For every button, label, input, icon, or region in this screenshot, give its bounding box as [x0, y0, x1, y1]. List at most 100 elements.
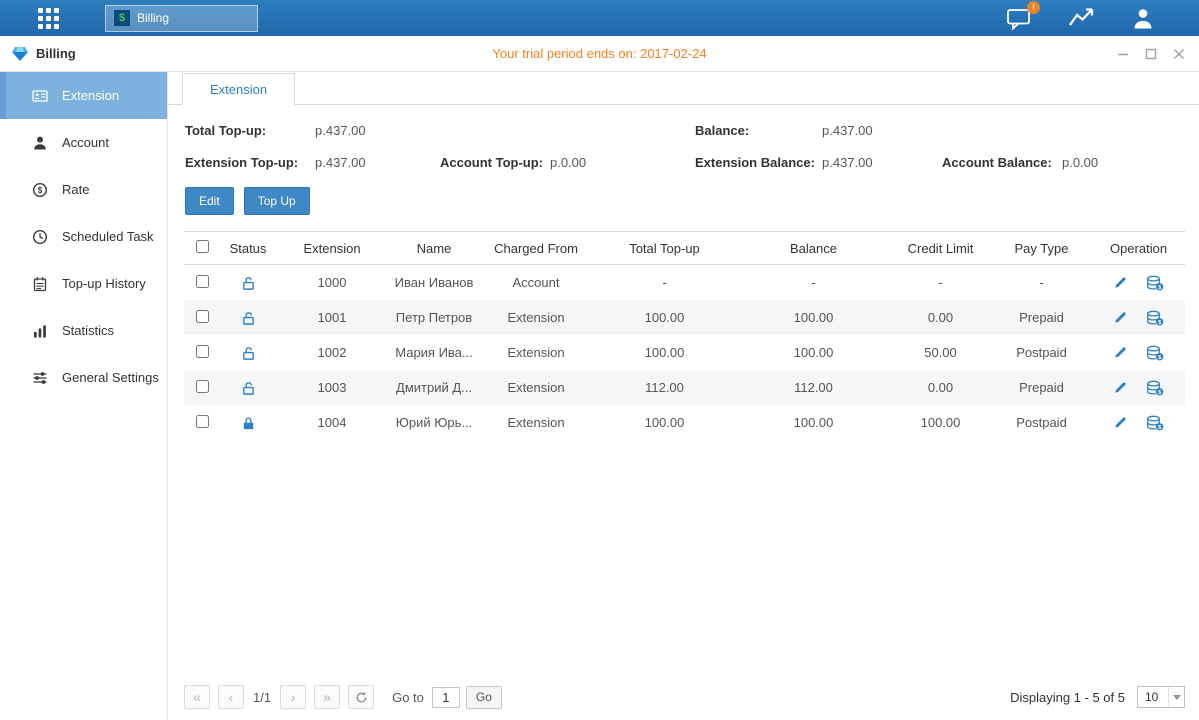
edit-icon[interactable] [1113, 275, 1128, 290]
last-page-button[interactable]: » [314, 685, 340, 709]
sidebar-item-label: Rate [62, 182, 89, 197]
extension-balance-label: Extension Balance: [695, 155, 822, 170]
top-up-button[interactable]: Top Up [244, 187, 310, 215]
table-row: 1000 Иван Иванов Account - - - - $ [184, 265, 1185, 301]
cell-pay-type: Postpaid [991, 405, 1092, 440]
main-panel: Extension Total Top-up: p.437.00 Balance… [168, 72, 1199, 720]
edit-icon[interactable] [1113, 380, 1128, 395]
sidebar-item-label: Extension [62, 88, 119, 103]
topup-icon[interactable]: $ [1146, 310, 1164, 326]
sidebar: Extension Account $ Rate Scheduled Task … [0, 72, 168, 720]
reports-icon[interactable] [1068, 7, 1095, 29]
cell-name: Мария Ива... [388, 335, 480, 370]
goto-page-input[interactable] [432, 687, 460, 708]
maximize-button[interactable] [1145, 48, 1157, 60]
select-all-checkbox[interactable] [196, 240, 209, 253]
topup-icon[interactable]: $ [1146, 345, 1164, 361]
person-icon [1131, 7, 1155, 30]
sidebar-item-label: Statistics [62, 323, 114, 338]
row-checkbox[interactable] [196, 310, 209, 323]
pagination-bar: « ‹ 1/1 › » Go to Go Displaying 1 - 5 of… [184, 684, 1185, 710]
messages-icon[interactable]: ! [1006, 7, 1032, 30]
cell-name: Юрий Юрь... [388, 405, 480, 440]
extension-topup-label: Extension Top-up: [185, 155, 315, 170]
extension-table: Status Extension Name Charged From Total… [184, 231, 1185, 440]
page-size-select[interactable]: 10 [1137, 686, 1185, 708]
total-topup-value: p.437.00 [315, 123, 440, 138]
svg-text:$: $ [1158, 354, 1161, 360]
row-checkbox[interactable] [196, 380, 209, 393]
edit-button[interactable]: Edit [185, 187, 234, 215]
row-checkbox[interactable] [196, 275, 209, 288]
page-indicator: 1/1 [253, 690, 271, 705]
account-icon [32, 135, 48, 151]
status-unlocked-icon [241, 379, 256, 394]
sidebar-item-account[interactable]: Account [0, 119, 167, 166]
scheduled-task-icon [32, 229, 48, 245]
edit-icon[interactable] [1113, 415, 1128, 430]
cell-charged-from: Account [480, 265, 592, 301]
minimize-button[interactable] [1117, 48, 1129, 60]
sidebar-item-extension[interactable]: Extension [0, 72, 167, 119]
go-button[interactable]: Go [466, 686, 502, 709]
edit-icon[interactable] [1113, 310, 1128, 325]
account-balance-value: p.0.00 [1062, 155, 1183, 170]
sidebar-item-rate[interactable]: $ Rate [0, 166, 167, 213]
next-page-button[interactable]: › [280, 685, 306, 709]
topbar-tab-label: Billing [137, 11, 169, 25]
col-balance: Balance [737, 232, 890, 265]
topup-icon[interactable]: $ [1146, 275, 1164, 291]
topup-icon[interactable]: $ [1146, 415, 1164, 431]
cell-extension: 1000 [276, 265, 388, 301]
dollar-icon: $ [114, 10, 130, 26]
tab-extension[interactable]: Extension [182, 73, 295, 105]
cell-credit-limit: 0.00 [890, 370, 991, 405]
account-balance-label: Account Balance: [942, 155, 1062, 170]
first-page-button[interactable]: « [184, 685, 210, 709]
extension-topup-value: p.437.00 [315, 155, 440, 170]
displaying-text: Displaying 1 - 5 of 5 [1010, 690, 1125, 705]
apps-grid-icon[interactable] [38, 8, 59, 29]
col-pay-type: Pay Type [991, 232, 1092, 265]
user-icon[interactable] [1131, 7, 1155, 30]
edit-icon[interactable] [1113, 345, 1128, 360]
extension-icon [32, 88, 48, 104]
close-button[interactable] [1173, 48, 1185, 60]
balance-value: p.437.00 [822, 123, 942, 138]
trial-notice: Your trial period ends on: 2017-02-24 [492, 46, 706, 61]
prev-page-button[interactable]: ‹ [218, 685, 244, 709]
window-controls [1117, 48, 1185, 60]
table-row: 1003 Дмитрий Д... Extension 112.00 112.0… [184, 370, 1185, 405]
sidebar-item-general-settings[interactable]: General Settings [0, 354, 167, 401]
extension-table-wrap: Status Extension Name Charged From Total… [184, 231, 1185, 440]
sidebar-item-statistics[interactable]: Statistics [0, 307, 167, 354]
cell-credit-limit: 100.00 [890, 405, 991, 440]
cell-balance: 112.00 [737, 370, 890, 405]
summary-panel: Total Top-up: p.437.00 Balance: p.437.00… [185, 123, 1183, 170]
goto-label: Go to [392, 690, 424, 705]
cell-credit-limit: 50.00 [890, 335, 991, 370]
row-checkbox[interactable] [196, 345, 209, 358]
cell-total-topup: 100.00 [592, 405, 737, 440]
sidebar-item-scheduled-task[interactable]: Scheduled Task [0, 213, 167, 260]
sidebar-item-label: Top-up History [62, 276, 146, 291]
col-name: Name [388, 232, 480, 265]
col-status: Status [220, 232, 276, 265]
table-header-row: Status Extension Name Charged From Total… [184, 232, 1185, 265]
billing-app-tab[interactable]: $ Billing [105, 5, 258, 32]
row-checkbox[interactable] [196, 415, 209, 428]
notification-badge: ! [1027, 1, 1040, 14]
cell-charged-from: Extension [480, 335, 592, 370]
status-unlocked-icon [241, 274, 256, 289]
cell-name: Дмитрий Д... [388, 370, 480, 405]
billing-logo-icon [11, 46, 29, 62]
refresh-icon [355, 691, 368, 704]
action-buttons: Edit Top Up [185, 187, 1199, 215]
refresh-button[interactable] [348, 685, 374, 709]
cell-charged-from: Extension [480, 300, 592, 335]
topup-icon[interactable]: $ [1146, 380, 1164, 396]
sidebar-item-topup-history[interactable]: Top-up History [0, 260, 167, 307]
window-titlebar: Billing Your trial period ends on: 2017-… [0, 36, 1199, 72]
topbar: $ Billing ! [0, 0, 1199, 36]
cell-charged-from: Extension [480, 370, 592, 405]
